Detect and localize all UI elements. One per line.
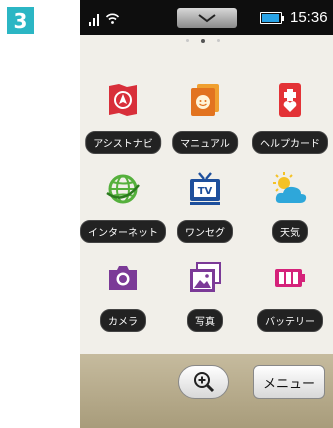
signal-icon (89, 14, 99, 26)
app-label: マニュアル (172, 131, 238, 154)
battery-icon (260, 12, 284, 24)
weather-icon (273, 172, 307, 203)
app-oneseg[interactable]: TV ワンセグ (169, 171, 241, 245)
notification-pull-tab[interactable] (177, 8, 237, 28)
app-manual[interactable]: マニュアル (169, 82, 241, 156)
app-label: ヘルプカード (252, 131, 328, 154)
app-label: 天気 (272, 220, 308, 243)
page-dot (186, 39, 189, 42)
photos-icon (190, 262, 221, 292)
wifi-icon (105, 13, 120, 24)
app-label: インターネット (80, 220, 166, 243)
page-dot (217, 39, 220, 42)
dock-bar: メニュー (80, 354, 333, 428)
internet-globe-icon (106, 174, 140, 204)
app-label: カメラ (100, 309, 146, 332)
chevron-down-icon (198, 14, 216, 23)
app-photos[interactable]: 写真 (169, 260, 241, 334)
manual-icon (191, 84, 219, 116)
app-label: アシストナビ (85, 131, 161, 154)
page-dot-active (201, 38, 205, 43)
phone-screen: 15:36 アシストナビ マニュアル ヘルプカード インターネット TV ワンセ… (80, 0, 333, 428)
app-label: 写真 (187, 309, 223, 332)
zoom-button[interactable] (178, 365, 229, 399)
camera-icon (109, 266, 137, 290)
status-clock: 15:36 (290, 9, 328, 26)
app-help-card[interactable]: ヘルプカード (252, 82, 328, 156)
menu-button[interactable]: メニュー (253, 365, 325, 399)
app-label: バッテリー (257, 309, 323, 332)
app-assist-navi[interactable]: アシストナビ (85, 82, 161, 156)
svg-text:TV: TV (198, 186, 213, 197)
app-internet[interactable]: インターネット (80, 171, 166, 245)
battery-app-icon (275, 269, 305, 287)
tv-icon: TV (190, 172, 220, 205)
app-camera[interactable]: カメラ (87, 260, 159, 334)
page-indicator (186, 38, 220, 43)
status-bar: 15:36 (80, 0, 333, 35)
navigation-icon (109, 84, 137, 116)
app-label: ワンセグ (177, 220, 233, 243)
app-weather[interactable]: 天気 (254, 171, 326, 245)
help-card-icon (279, 83, 301, 117)
zoom-in-icon (193, 372, 214, 393)
step-number-badge: 3 (7, 7, 34, 34)
app-battery[interactable]: バッテリー (254, 260, 326, 334)
